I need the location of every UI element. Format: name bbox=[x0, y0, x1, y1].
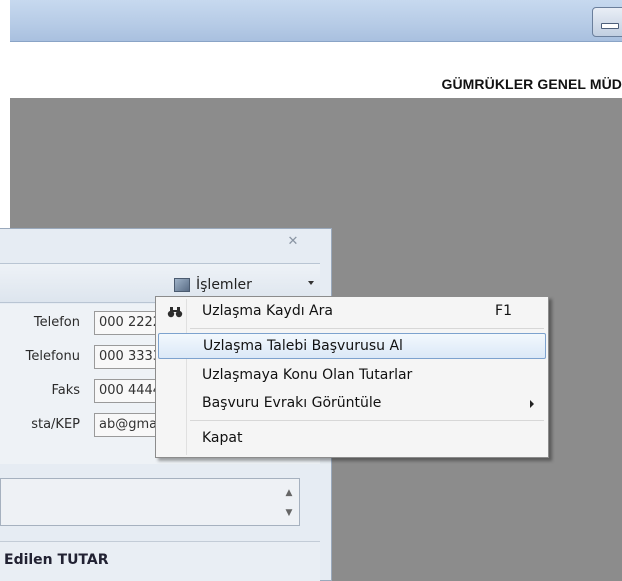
menu-item-label: Uzlaşma Kaydı Ara bbox=[202, 303, 333, 319]
close-icon[interactable]: ✕ bbox=[285, 234, 301, 250]
scroll-up-icon[interactable]: ▲ bbox=[283, 487, 295, 499]
islemler-menu-button[interactable]: İşlemler bbox=[162, 272, 320, 298]
actions-icon bbox=[174, 278, 190, 292]
fax-label: Faks bbox=[51, 383, 80, 398]
amount-section: Edilen TUTAR bbox=[0, 541, 320, 581]
phone-label: Telefon bbox=[33, 315, 80, 330]
scroll-down-icon[interactable]: ▼ bbox=[283, 507, 295, 519]
app-window: GÜMRÜKLER GENEL MÜD ✕ İşlemler Telefon 0… bbox=[0, 0, 622, 581]
islemler-label: İşlemler bbox=[196, 277, 252, 293]
menu-item-amounts[interactable]: Uzlaşmaya Konu Olan Tutarlar bbox=[158, 363, 546, 389]
minimize-button[interactable] bbox=[592, 7, 622, 37]
menu-item-close[interactable]: Kapat bbox=[158, 426, 546, 452]
section-title: Edilen TUTAR bbox=[4, 552, 109, 568]
menu-item-label: Başvuru Evrakı Görüntüle bbox=[202, 395, 382, 411]
title-bar bbox=[10, 0, 622, 42]
menu-item-label: Uzlaşma Talebi Başvurusu Al bbox=[203, 338, 403, 354]
binoculars-icon bbox=[167, 307, 183, 318]
islemler-dropdown-menu: Uzlaşma Kaydı Ara F1 Uzlaşma Talebi Başv… bbox=[155, 296, 549, 458]
menu-item-shortcut: F1 bbox=[495, 303, 512, 319]
menu-item-take-application[interactable]: Uzlaşma Talebi Başvurusu Al bbox=[158, 333, 546, 359]
mobile-phone-label: Telefonu bbox=[25, 349, 80, 364]
header-strip: GÜMRÜKLER GENEL MÜD bbox=[10, 43, 622, 98]
menu-separator bbox=[190, 420, 544, 421]
chevron-down-icon bbox=[308, 281, 314, 285]
menu-item-search-record[interactable]: Uzlaşma Kaydı Ara F1 bbox=[158, 299, 546, 325]
menu-item-view-documents[interactable]: Başvuru Evrakı Görüntüle bbox=[158, 391, 546, 417]
menu-item-label: Kapat bbox=[202, 430, 243, 446]
chevron-right-icon bbox=[530, 400, 534, 408]
menu-separator bbox=[190, 328, 544, 329]
email-label: sta/KEP bbox=[31, 417, 80, 432]
menu-item-label: Uzlaşmaya Konu Olan Tutarlar bbox=[202, 367, 413, 383]
organization-title: GÜMRÜKLER GENEL MÜD bbox=[441, 76, 622, 92]
notes-textarea[interactable]: ▲ ▼ bbox=[0, 478, 300, 526]
